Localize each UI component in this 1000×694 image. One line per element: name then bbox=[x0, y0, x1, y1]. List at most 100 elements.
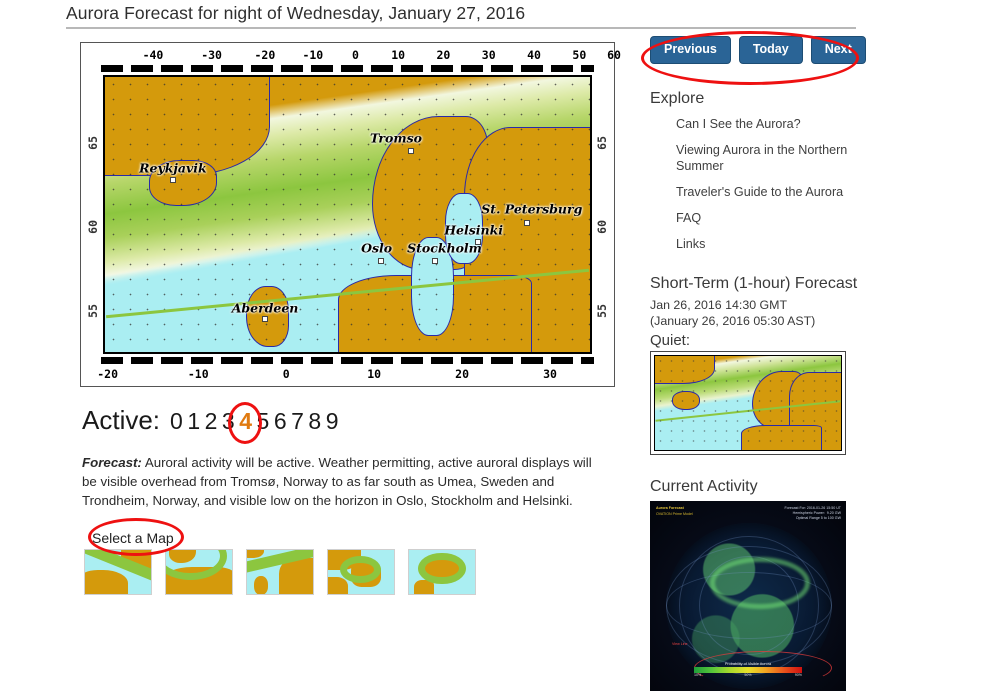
city-label-aberdeen: Aberdeen bbox=[231, 300, 299, 316]
activity-digit-6: 6 bbox=[273, 408, 292, 434]
explore-link-travelers-guide[interactable]: Traveler's Guide to the Aurora bbox=[676, 184, 880, 200]
page-title: Aurora Forecast for night of Wednesday, … bbox=[66, 3, 526, 23]
explore-heading: Explore bbox=[650, 89, 705, 107]
activity-digit-8: 8 bbox=[308, 408, 326, 434]
activity-digit-5: 5 bbox=[256, 408, 274, 434]
legend-caption: Probability of Visible Aurora bbox=[724, 661, 772, 666]
today-button[interactable]: Today bbox=[738, 36, 803, 64]
page-root: Aurora Forecast for night of Wednesday, … bbox=[0, 0, 1000, 694]
current-activity-globe[interactable]: Aurora Forecast OVATION Prime Model Fore… bbox=[650, 500, 846, 691]
forecast-text: Auroral activity will be active. Weather… bbox=[82, 455, 592, 508]
axis-tick: 20 bbox=[436, 48, 451, 62]
axis-tick: 30 bbox=[543, 367, 557, 381]
explore-link-links[interactable]: Links bbox=[676, 236, 880, 252]
axis-tick: 55 bbox=[595, 303, 609, 318]
map-axis-top: -40 -30 -20 -10 0 10 20 30 40 50 60 bbox=[81, 48, 621, 64]
map-thumb-polar[interactable] bbox=[408, 549, 476, 595]
activity-level-label: Active: bbox=[82, 405, 161, 435]
globe-title: Aurora Forecast bbox=[656, 505, 684, 510]
legend-tick-mid: 50% bbox=[744, 672, 752, 677]
map-tick-bar-bottom bbox=[101, 357, 594, 364]
city-label-stockholm: Stockholm bbox=[407, 240, 482, 255]
activity-digit-7: 7 bbox=[291, 408, 309, 434]
short-term-forecast-heading: Short-Term (1-hour) Forecast bbox=[650, 274, 858, 292]
map-thumb-arctic[interactable] bbox=[327, 549, 395, 595]
map-axis-right: 65 60 55 bbox=[592, 75, 612, 354]
axis-tick: 60 bbox=[595, 220, 609, 234]
activity-digit-9: 9 bbox=[325, 408, 343, 434]
axis-tick: 65 bbox=[595, 136, 609, 151]
short-term-activity-level: Quiet: bbox=[650, 331, 691, 349]
select-a-map-label: Select a Map bbox=[92, 530, 174, 546]
explore-link-faq[interactable]: FAQ bbox=[676, 210, 880, 226]
map-axis-bottom: -20 -10 0 10 20 30 bbox=[81, 367, 614, 383]
title-divider bbox=[66, 27, 856, 29]
activity-level-row: Active: 0123456789 bbox=[82, 405, 343, 436]
city-dot-helsinki bbox=[475, 239, 482, 245]
legend-tick-high: 90% bbox=[794, 672, 802, 677]
activity-digit-0: 0 bbox=[170, 408, 188, 434]
previous-button[interactable]: Previous bbox=[650, 36, 731, 64]
axis-tick: -20 bbox=[97, 367, 119, 381]
city-label-oslo: Oslo bbox=[361, 240, 393, 255]
legend-tick-low: 10% bbox=[694, 672, 702, 677]
short-term-time-gmt: Jan 26, 2016 14:30 GMT bbox=[650, 297, 788, 312]
axis-tick: -40 bbox=[142, 48, 164, 62]
axis-tick: 20 bbox=[455, 367, 470, 381]
explore-link-list: Can I See the Aurora? Viewing Aurora in … bbox=[650, 116, 880, 252]
axis-tick: -20 bbox=[254, 48, 276, 62]
axis-tick: -10 bbox=[302, 48, 324, 62]
axis-tick: 40 bbox=[527, 48, 541, 62]
map-tick-bar-top bbox=[101, 65, 594, 72]
city-dot-tromso bbox=[407, 148, 414, 155]
globe-hemispheric-power: Hemispheric Power: 9.20 GW bbox=[792, 510, 841, 515]
forecast-keyword: Forecast: bbox=[82, 455, 142, 470]
right-sidebar: Previous Today Next Explore Can I See th… bbox=[650, 36, 880, 691]
axis-tick: 30 bbox=[481, 48, 496, 62]
axis-tick: 10 bbox=[391, 48, 406, 62]
axis-tick: 0 bbox=[352, 48, 359, 62]
explore-link-can-i-see-the-aurora[interactable]: Can I See the Aurora? bbox=[676, 116, 880, 132]
aurora-oval bbox=[710, 556, 810, 609]
activity-level-scale: 0123456789 bbox=[170, 408, 343, 435]
current-activity-heading: Current Activity bbox=[650, 477, 758, 495]
axis-tick: -30 bbox=[201, 48, 222, 62]
axis-tick: -10 bbox=[187, 367, 209, 381]
city-dot-reykjavik bbox=[169, 177, 176, 184]
city-dot-stockholm bbox=[431, 258, 438, 265]
axis-tick: 65 bbox=[86, 136, 100, 151]
map-thumb-europe[interactable] bbox=[246, 549, 314, 595]
activity-digit-4-current: 4 bbox=[239, 408, 257, 434]
map-plot-area: Reykjavik Tromso Oslo Stockholm Helsinki… bbox=[103, 75, 592, 354]
activity-digit-3: 3 bbox=[221, 408, 240, 434]
map-thumbnail-row bbox=[84, 549, 476, 595]
city-dot-oslo bbox=[378, 258, 385, 265]
axis-tick: 10 bbox=[367, 367, 382, 381]
map-axis-left: 65 60 55 bbox=[83, 75, 103, 354]
forecast-navigation: Previous Today Next bbox=[650, 36, 880, 64]
globe-forecast-for: Forecast For: 2016-01-26 15:50 UT bbox=[784, 505, 841, 510]
city-label-reykjavik: Reykjavik bbox=[139, 160, 207, 176]
next-button[interactable]: Next bbox=[810, 36, 866, 64]
axis-tick: 50 bbox=[572, 48, 587, 62]
activity-digit-1: 1 bbox=[187, 408, 205, 434]
axis-tick: 60 bbox=[86, 220, 100, 234]
aurora-forecast-map[interactable]: -40 -30 -20 -10 0 10 20 30 40 50 60 Reyk… bbox=[80, 42, 621, 387]
city-dot-aberdeen bbox=[262, 316, 269, 322]
axis-tick: 55 bbox=[86, 303, 100, 318]
view-line-label: View Line bbox=[672, 641, 688, 646]
legend-tick-row: 10% 50% 90% bbox=[694, 673, 802, 677]
map-thumb-north-america[interactable] bbox=[165, 549, 233, 595]
axis-tick: 0 bbox=[282, 367, 290, 381]
globe-subtitle: OVATION Prime Model bbox=[656, 511, 693, 516]
forecast-description: Forecast: Auroral activity will be activ… bbox=[82, 453, 606, 510]
city-label-tromso: Tromso bbox=[370, 130, 422, 145]
city-label-helsinki: Helsinki bbox=[444, 222, 503, 238]
city-dot-st-petersburg bbox=[523, 219, 530, 226]
explore-link-viewing-aurora-northern-summer[interactable]: Viewing Aurora in the Northern Summer bbox=[676, 142, 880, 174]
globe-optimal-range: Optimal Range 5 to 100 GW bbox=[795, 515, 841, 520]
map-thumb-alaska[interactable] bbox=[84, 549, 152, 595]
short-term-forecast-map[interactable] bbox=[650, 350, 846, 455]
city-label-st-petersburg: St. Petersburg bbox=[481, 201, 583, 217]
short-term-time-local: (January 26, 2016 05:30 AST) bbox=[650, 313, 816, 328]
